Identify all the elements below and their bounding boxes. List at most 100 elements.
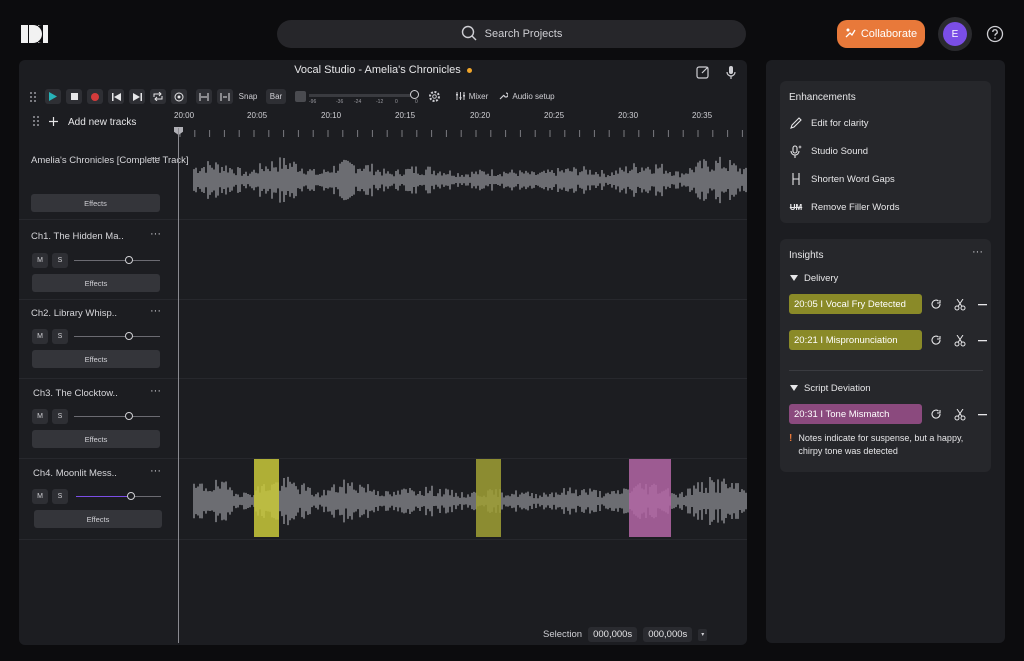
audio-setup-button[interactable]: Audio setup <box>498 89 556 104</box>
effects-button[interactable]: Effects <box>32 430 160 448</box>
play-button[interactable] <box>45 89 61 104</box>
project-title: Vocal Studio - Amelia's Chronicles <box>294 64 461 76</box>
shorten-word-gaps-item[interactable]: Shorten Word Gaps <box>789 172 895 186</box>
redo-icon[interactable] <box>930 298 943 311</box>
settings-gear-icon[interactable] <box>426 89 442 104</box>
meter-label: 0 <box>395 99 398 105</box>
redo-icon[interactable] <box>930 408 943 421</box>
more-icon[interactable]: ··· <box>972 246 983 258</box>
search-icon <box>461 25 477 44</box>
more-icon[interactable]: ··· <box>150 385 161 397</box>
scissors-icon[interactable] <box>953 334 966 347</box>
meter-label: -36 <box>336 99 344 105</box>
stop-button[interactable] <box>66 89 82 104</box>
volume-slider-knob[interactable] <box>127 492 135 500</box>
target-button[interactable] <box>171 89 187 104</box>
skip-back-button[interactable] <box>108 89 124 104</box>
record-button[interactable] <box>87 89 103 104</box>
selection-start-field[interactable]: 000,000s <box>588 627 638 642</box>
minus-icon[interactable] <box>976 408 989 421</box>
minus-icon[interactable] <box>976 334 989 347</box>
scissors-icon[interactable] <box>953 298 966 311</box>
tone-mismatch-highlight[interactable] <box>629 459 671 537</box>
unsaved-dot-icon <box>466 67 472 73</box>
search-input[interactable]: Search Projects <box>485 28 563 40</box>
search-bar[interactable]: Search Projects <box>277 20 746 48</box>
drag-handle-icon[interactable] <box>29 89 37 104</box>
audio-editor: Vocal Studio - Amelia's Chronicles Snap … <box>19 60 747 645</box>
track-row-ch3[interactable]: Ch3. The Clocktow.. ··· M S Effects <box>19 379 747 459</box>
insight-tag-tone-mismatch[interactable]: 20:31 I Tone Mismatch <box>789 404 922 424</box>
effects-button[interactable]: Effects <box>31 194 160 212</box>
effects-button[interactable]: Effects <box>32 274 160 292</box>
chevron-down-icon[interactable]: ▾ <box>698 628 708 641</box>
track-name: Amelia's Chronicles [Complete Track] <box>31 155 189 166</box>
more-icon[interactable]: ··· <box>150 152 161 164</box>
meter-label: -24 <box>354 99 362 105</box>
more-icon[interactable]: ··· <box>150 305 161 317</box>
track-row-ch1[interactable]: Ch1. The Hidden Ma.. ··· M S Effects <box>19 220 747 300</box>
mute-button[interactable]: M <box>32 409 48 424</box>
more-icon[interactable]: ··· <box>150 465 161 477</box>
plus-icon <box>49 116 58 129</box>
more-icon[interactable]: ··· <box>150 228 161 240</box>
studio-sound-item[interactable]: Studio Sound <box>789 144 868 158</box>
drag-handle-icon <box>33 116 39 129</box>
vocal-fry-highlight[interactable] <box>254 459 279 537</box>
avatar[interactable]: E <box>938 17 972 51</box>
minus-icon[interactable] <box>976 298 989 311</box>
track-row-master[interactable]: Amelia's Chronicles [Complete Track] ···… <box>19 140 747 220</box>
script-deviation-section-toggle[interactable]: Script Deviation <box>790 383 871 394</box>
solo-button[interactable]: S <box>52 253 68 268</box>
meter-label: -12 <box>376 99 384 105</box>
track-row-ch4[interactable]: Ch4. Moonlit Mess.. ··· M S Effects <box>19 459 747 540</box>
fit-selection-button[interactable] <box>217 89 233 104</box>
enhancement-label: Remove Filler Words <box>811 201 900 213</box>
add-track-button[interactable]: Add new tracks <box>33 116 136 129</box>
track-row-ch2[interactable]: Ch2. Library Whisp.. ··· M S Effects <box>19 300 747 379</box>
playhead[interactable] <box>178 128 179 643</box>
level-meter <box>309 94 419 97</box>
audio-setup-label: Audio setup <box>512 92 555 101</box>
delivery-section-toggle[interactable]: Delivery <box>790 273 838 284</box>
monitor-toggle[interactable] <box>295 91 306 102</box>
enhancement-label: Edit for clarity <box>811 117 869 129</box>
redo-icon[interactable] <box>930 334 943 347</box>
insights-title: Insights <box>789 250 824 261</box>
solo-button[interactable]: S <box>52 409 68 424</box>
solo-button[interactable]: S <box>52 489 68 504</box>
mixer-button[interactable]: Mixer <box>454 89 490 104</box>
loop-button[interactable] <box>150 89 166 104</box>
mispronunciation-highlight[interactable] <box>476 459 501 537</box>
edit-for-clarity-item[interactable]: Edit for clarity <box>789 116 869 130</box>
remove-filler-words-item[interactable]: UM Remove Filler Words <box>789 200 900 214</box>
mute-button[interactable]: M <box>32 329 48 344</box>
skip-forward-button[interactable] <box>129 89 145 104</box>
waveform[interactable] <box>174 140 747 220</box>
timeline-ruler[interactable]: 20:00 20:05 20:10 20:15 20:20 20:25 20:3… <box>174 110 747 140</box>
enhancement-label: Studio Sound <box>811 145 869 157</box>
app-logo-icon[interactable] <box>21 24 48 44</box>
effects-button[interactable]: Effects <box>34 510 162 528</box>
selection-end-field[interactable]: 000,000s <box>643 627 693 642</box>
insight-tag-vocal-fry[interactable]: 20:05 I Vocal Fry Detected <box>789 294 922 314</box>
collaborate-button[interactable]: Collaborate <box>837 20 925 48</box>
insight-tag-mispronunciation[interactable]: 20:21 I Mispronunciation <box>789 330 922 350</box>
volume-slider-knob[interactable] <box>125 256 133 264</box>
edit-note-icon[interactable] <box>695 64 711 80</box>
fit-width-button[interactable] <box>196 89 212 104</box>
solo-button[interactable]: S <box>52 329 68 344</box>
selection-bar: Selection 000,000s 000,000s ▾ <box>543 627 708 642</box>
input-gain-knob[interactable] <box>410 90 419 99</box>
collaborate-icon <box>845 27 856 41</box>
scissors-icon[interactable] <box>953 408 966 421</box>
mute-button[interactable]: M <box>32 489 48 504</box>
help-icon[interactable] <box>986 25 1004 43</box>
mute-button[interactable]: M <box>32 253 48 268</box>
effects-button[interactable]: Effects <box>32 350 160 368</box>
volume-slider-knob[interactable] <box>125 332 133 340</box>
volume-slider-knob[interactable] <box>125 412 133 420</box>
bar-select[interactable]: Bar <box>266 89 286 104</box>
snap-label[interactable]: Snap <box>237 89 259 104</box>
microphone-icon[interactable] <box>723 64 739 80</box>
